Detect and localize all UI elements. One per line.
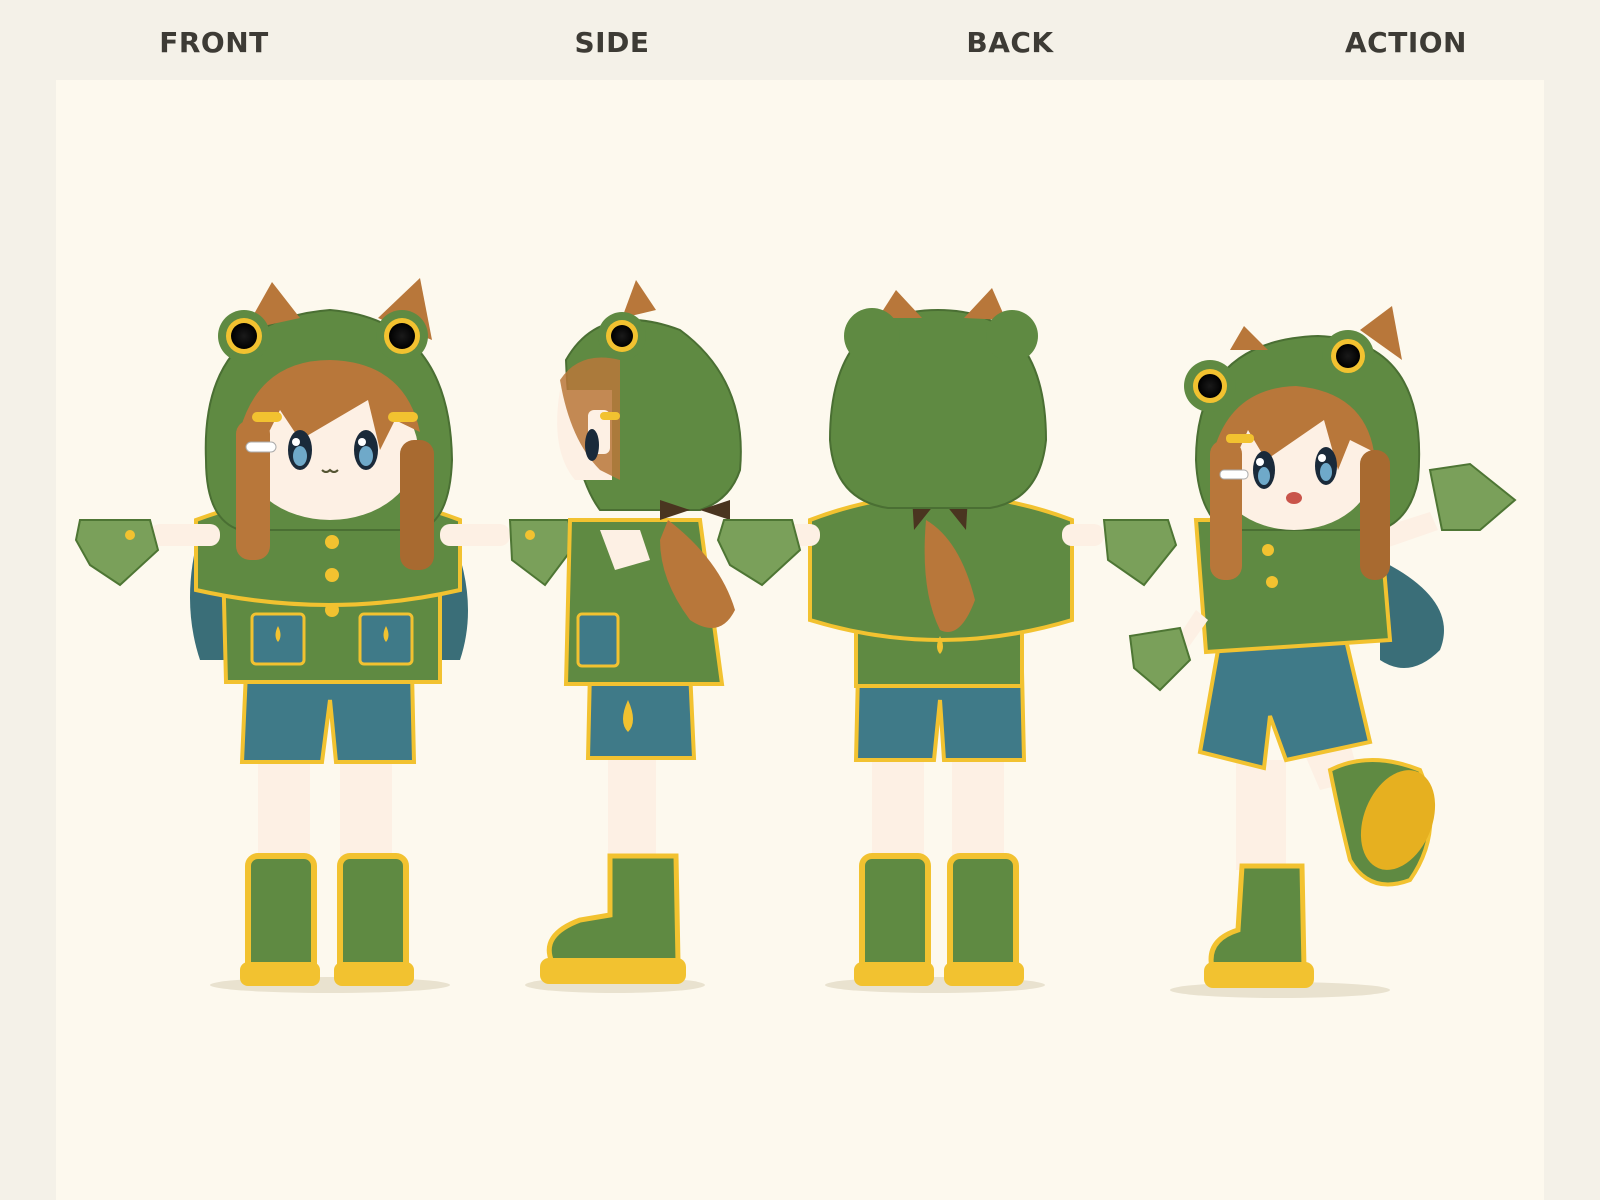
frog-hood-character-side [525,280,742,993]
frog-hood-character-action [1128,306,1517,998]
character-sheet-illustration [74,278,1517,998]
frog-hood-character-back [716,288,1178,993]
frog-hood-character-front [74,278,577,993]
